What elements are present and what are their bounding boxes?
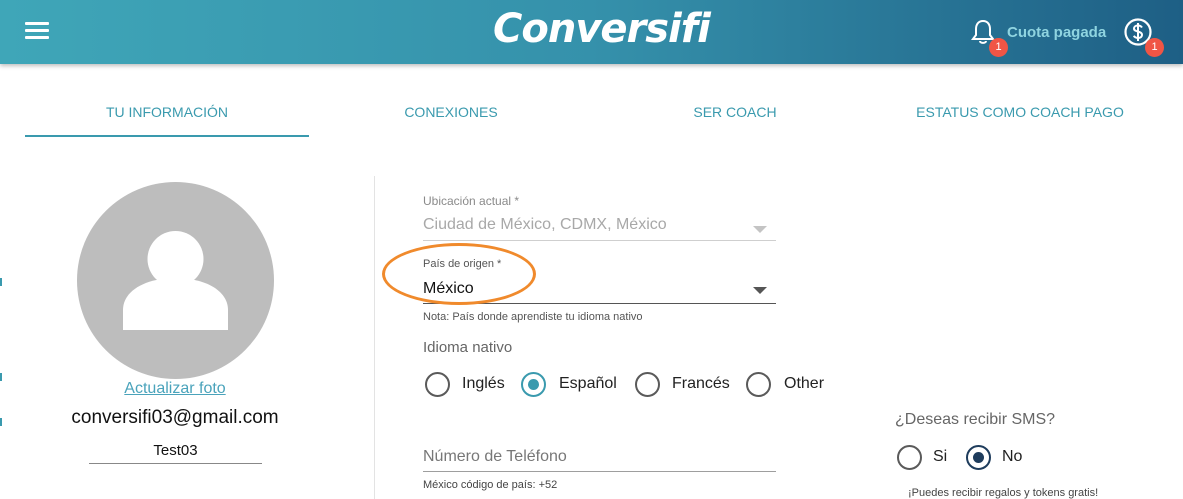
highlight-annotation bbox=[382, 243, 536, 305]
app-logo[interactable]: Conversifi bbox=[493, 6, 711, 52]
origin-country-note: Nota: País donde aprendiste tu idioma na… bbox=[423, 311, 643, 323]
tab-estatus-coach-pago[interactable]: ESTATUS COMO COACH PAGO bbox=[880, 104, 1160, 120]
tab-conexiones[interactable]: CONEXIONES bbox=[340, 104, 562, 120]
hamburger-menu-icon[interactable] bbox=[25, 22, 49, 42]
location-select[interactable]: Ciudad de México, CDMX, México bbox=[423, 216, 667, 234]
radio-label-other: Other bbox=[784, 375, 825, 392]
avatar bbox=[77, 182, 274, 379]
radio-other[interactable] bbox=[746, 372, 771, 397]
phone-underline bbox=[423, 471, 776, 472]
location-label: Ubicación actual * bbox=[423, 194, 520, 208]
radio-label-espanol: Español bbox=[559, 375, 617, 392]
active-tab-indicator bbox=[25, 135, 309, 137]
radio-label-ingles: Inglés bbox=[462, 375, 505, 392]
radio-label-sms-no: No bbox=[1002, 448, 1023, 465]
chevron-down-icon[interactable] bbox=[753, 226, 767, 233]
payments-badge: 1 bbox=[1145, 38, 1164, 57]
radio-label-frances: Francés bbox=[672, 375, 730, 392]
column-divider bbox=[374, 176, 375, 499]
edge-mark bbox=[0, 418, 2, 426]
chevron-down-icon[interactable] bbox=[753, 287, 767, 294]
update-photo-link[interactable]: Actualizar foto bbox=[75, 380, 275, 398]
notifications-badge: 1 bbox=[989, 38, 1008, 57]
radio-sms-si[interactable] bbox=[897, 445, 922, 470]
tab-tu-informacion[interactable]: TU INFORMACIÓN bbox=[25, 104, 309, 120]
radio-frances[interactable] bbox=[635, 372, 660, 397]
sms-note: ¡Puedes recibir regalos y tokens gratis! bbox=[908, 487, 1099, 499]
edge-mark bbox=[0, 373, 2, 381]
radio-ingles[interactable] bbox=[425, 372, 450, 397]
tab-ser-coach[interactable]: SER COACH bbox=[640, 104, 830, 120]
person-icon bbox=[123, 231, 228, 330]
phone-input[interactable]: Número de Teléfono bbox=[423, 448, 567, 466]
radio-label-sms-si: Si bbox=[933, 448, 948, 465]
phone-country-code-note: México código de país: +52 bbox=[423, 479, 558, 491]
native-language-label: Idioma nativo bbox=[423, 339, 513, 356]
payment-status-text[interactable]: Cuota pagada bbox=[1007, 24, 1106, 41]
user-email: conversifi03@gmail.com bbox=[71, 407, 279, 428]
username-field[interactable] bbox=[89, 437, 262, 464]
sms-question-label: ¿Deseas recibir SMS? bbox=[895, 411, 1056, 428]
radio-sms-no[interactable] bbox=[966, 445, 991, 470]
edge-mark bbox=[0, 278, 2, 286]
location-underline bbox=[423, 240, 776, 241]
profile-tabs: TU INFORMACIÓN CONEXIONES SER COACH ESTA… bbox=[0, 64, 1183, 138]
radio-espanol[interactable] bbox=[521, 372, 546, 397]
top-app-bar: Conversifi 1 Cuota pagada 1 bbox=[0, 0, 1183, 64]
